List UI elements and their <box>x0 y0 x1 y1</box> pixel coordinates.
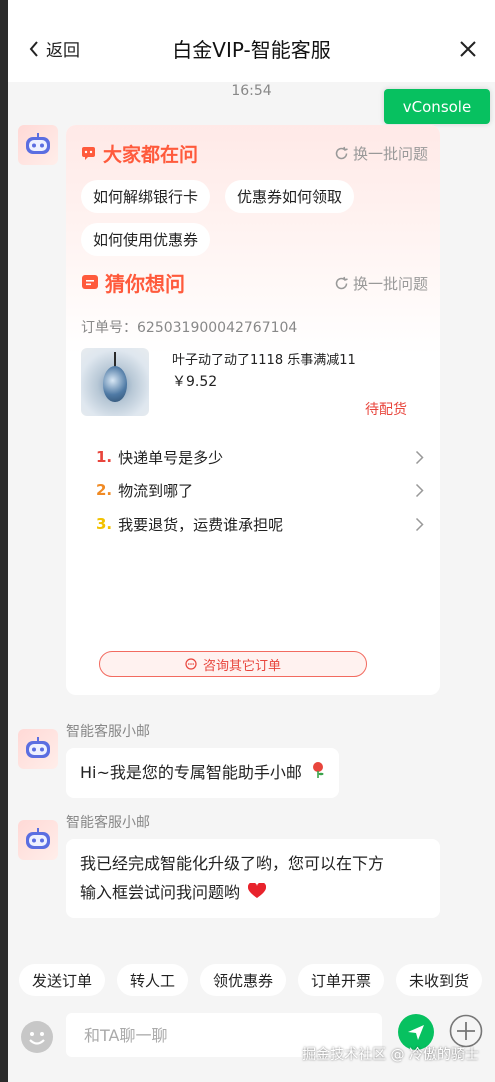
refresh-guess-button[interactable]: 换一批问题 <box>334 273 428 294</box>
guess-section-header: 猜你想问 <box>81 270 185 296</box>
plus-icon[interactable] <box>449 1014 483 1048</box>
other-orders-button[interactable]: 咨询其它订单 <box>99 651 367 677</box>
chat-page: 返回 白金VIP-智能客服 16:54 vConsole 大家都在问 换一批问题 <box>8 0 495 1082</box>
refresh-label: 换一批问题 <box>352 145 428 163</box>
chat-question-icon <box>82 147 95 160</box>
emoji-icon[interactable] <box>20 1020 54 1054</box>
question-number: 2. <box>96 481 113 499</box>
refresh-icon <box>335 146 348 160</box>
order-status-badge: 待配货 <box>365 402 407 418</box>
bot-avatar <box>18 729 58 769</box>
question-text: 我要退货，运费谁承担呢 <box>118 515 284 534</box>
sender-name: 智能客服小邮 <box>66 815 150 831</box>
chevron-right-icon <box>415 450 424 465</box>
popular-section-header: 大家都在问 <box>81 141 199 166</box>
message-bubble: 我已经完成智能化升级了哟，您可以在下方 输入框尝试问我问题哟 <box>66 839 440 918</box>
page-title: 白金VIP-智能客服 <box>172 38 331 62</box>
watermark: 掘金技术社区 @ 冷傲的骑士 <box>302 1047 479 1063</box>
question-text: 快递单号是多少 <box>118 448 224 467</box>
vconsole-button[interactable]: vConsole <box>384 89 490 124</box>
product-thumbnail[interactable] <box>81 348 149 416</box>
faq-chip[interactable]: 优惠券如何领取 <box>225 180 355 213</box>
question-number: 1. <box>96 448 113 466</box>
quick-action-invoice[interactable]: 订单开票 <box>298 964 385 996</box>
guess-title: 猜你想问 <box>105 271 185 296</box>
header: 返回 白金VIP-智能客服 <box>8 0 495 82</box>
quick-action-not-received[interactable]: 未收到货 <box>396 964 483 996</box>
question-item[interactable]: 3. 我要退货，运费谁承担呢 <box>96 512 426 536</box>
faq-chip[interactable]: 如何使用优惠券 <box>81 223 211 256</box>
bot-avatar <box>18 125 58 165</box>
question-text: 物流到哪了 <box>118 481 194 500</box>
message-icon <box>82 275 98 289</box>
message-text: Hi~我是您的专属智能助手小邮 <box>80 763 302 782</box>
chat-dots-icon <box>185 658 197 670</box>
message-text: 我已经完成智能化升级了哟，您可以在下方 <box>80 854 385 873</box>
left-edge <box>0 0 8 1082</box>
refresh-popular-button[interactable]: 换一批问题 <box>334 143 428 164</box>
product-price: ￥9.52 <box>172 374 218 390</box>
question-item[interactable]: 1. 快递单号是多少 <box>96 445 426 469</box>
close-icon[interactable] <box>459 40 477 58</box>
refresh-label: 换一批问题 <box>352 275 428 293</box>
robot-icon <box>26 133 50 154</box>
question-number: 3. <box>96 515 113 533</box>
popular-title: 大家都在问 <box>103 143 199 166</box>
faq-chip[interactable]: 如何解绑银行卡 <box>81 180 211 213</box>
quick-action-coupon[interactable]: 领优惠券 <box>200 964 287 996</box>
rose-icon <box>311 759 325 788</box>
input-bar <box>8 1004 495 1082</box>
robot-icon <box>26 737 50 758</box>
message-text: 输入框尝试问我问题哟 <box>80 883 241 902</box>
faq-card: 大家都在问 换一批问题 如何解绑银行卡 优惠券如何领取 如何使用优惠券 猜你想问… <box>66 125 440 695</box>
other-orders-label: 咨询其它订单 <box>202 658 281 674</box>
chevron-right-icon <box>415 517 424 532</box>
quick-action-send-order[interactable]: 发送订单 <box>19 964 106 996</box>
robot-icon <box>26 828 50 849</box>
bot-avatar <box>18 820 58 860</box>
sender-name: 智能客服小邮 <box>66 724 150 740</box>
question-item[interactable]: 2. 物流到哪了 <box>96 478 426 502</box>
heart-icon <box>248 879 267 908</box>
message-bubble: Hi~我是您的专属智能助手小邮 <box>66 748 339 798</box>
order-number: 订单号：625031900042767104 <box>81 320 298 336</box>
refresh-icon <box>335 276 348 290</box>
product-name: 叶子动了动了1118 乐事满减11 <box>172 353 356 368</box>
chevron-right-icon <box>415 483 424 498</box>
send-icon <box>408 1025 424 1040</box>
quick-action-transfer-human[interactable]: 转人工 <box>117 964 189 996</box>
